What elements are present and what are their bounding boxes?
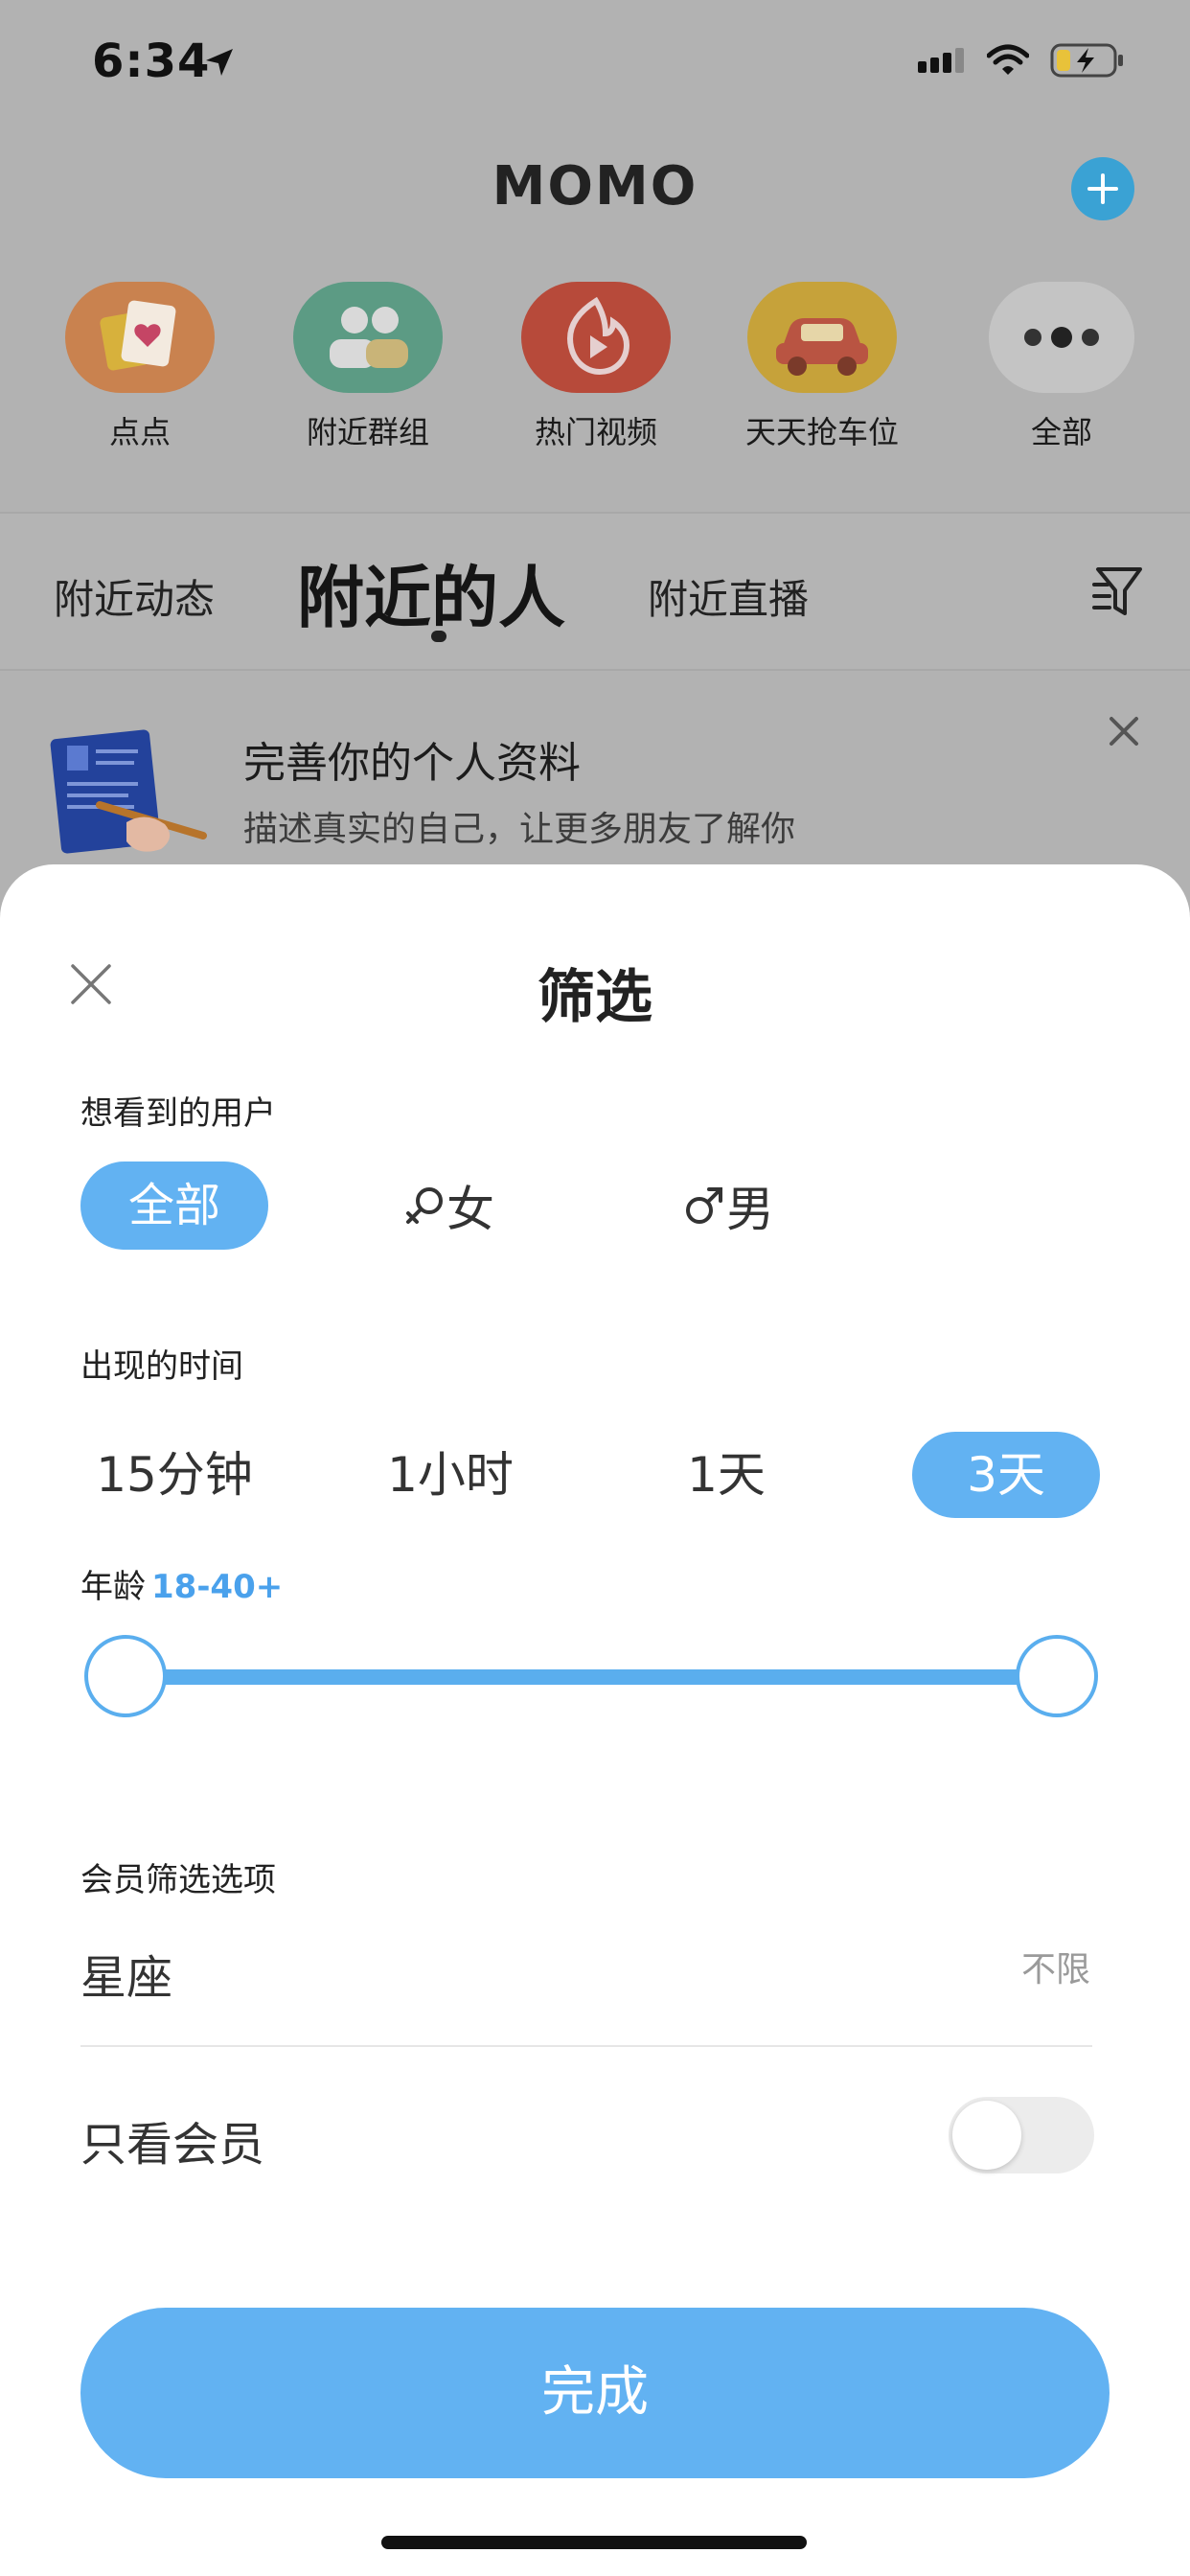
age-label: 年龄 18-40+ — [80, 1560, 283, 1607]
app-hot-videos[interactable] — [521, 282, 671, 393]
close-icon[interactable] — [1106, 713, 1142, 749]
app-label-diandian: 点点 — [108, 414, 171, 450]
promo-title: 完善你的个人资料 — [243, 739, 581, 788]
section-title-time: 出现的时间 — [80, 1347, 243, 1386]
vip-only-toggle-knob[interactable] — [952, 2101, 1021, 2170]
gender-label-female: 女 — [446, 1182, 494, 1237]
plus-icon — [1087, 173, 1118, 204]
add-button[interactable] — [1071, 157, 1134, 220]
car-icon — [776, 318, 868, 376]
age-slider-max-handle[interactable] — [1016, 1635, 1098, 1717]
promo-subtitle: 描述真实的自己，让更多朋友了解你 — [243, 810, 796, 849]
more-dots-icon — [1024, 327, 1099, 348]
male-symbol-icon — [686, 1187, 722, 1224]
app-logo: MOMO — [492, 155, 698, 218]
section-title-member: 会员筛选选项 — [80, 1861, 276, 1899]
age-title: 年龄 — [80, 1568, 146, 1606]
gender-option-male[interactable]: 男 — [682, 1175, 788, 1237]
done-button[interactable]: 完成 — [80, 2308, 1110, 2478]
female-symbol-icon — [406, 1187, 443, 1224]
vip-only-label: 只看会员 — [80, 2118, 265, 2172]
zodiac-value[interactable]: 不限 — [1021, 1942, 1090, 1991]
section-title-users: 想看到的用户 — [80, 1094, 276, 1133]
age-slider-min-handle[interactable] — [84, 1635, 167, 1717]
cellular-signal-icon — [918, 48, 964, 73]
time-option-1hour[interactable]: 1小时 — [356, 1432, 544, 1518]
divider — [80, 2045, 1092, 2047]
status-time: 6:34 — [92, 34, 211, 88]
age-range-value: 18-40+ — [151, 1568, 284, 1606]
flame-play-icon — [567, 296, 630, 376]
app-nearby-groups[interactable] — [293, 282, 443, 393]
time-option-15min[interactable]: 15分钟 — [80, 1432, 268, 1518]
zodiac-label[interactable]: 星座 — [80, 1940, 172, 2007]
gender-label-male: 男 — [726, 1182, 774, 1237]
gender-option-all[interactable]: 全部 — [80, 1162, 268, 1250]
group-people-icon — [330, 307, 408, 368]
app-diandian[interactable] — [65, 282, 215, 393]
app-all[interactable] — [989, 282, 1134, 393]
app-label-hot-videos: 热门视频 — [534, 414, 657, 450]
time-option-3days[interactable]: 3天 — [912, 1432, 1100, 1518]
tab-nearby-people[interactable]: 附近的人 — [297, 544, 565, 641]
tab-nearby-moments[interactable]: 附近动态 — [54, 567, 215, 626]
age-slider-track[interactable] — [128, 1669, 1058, 1685]
app-label-nearby-groups: 附近群组 — [306, 414, 429, 450]
app-label-all: 全部 — [1030, 414, 1092, 450]
profile-form-illustration — [50, 729, 207, 854]
home-indicator[interactable] — [381, 2536, 807, 2549]
active-tab-indicator — [431, 631, 446, 642]
time-option-1day[interactable]: 1天 — [632, 1432, 820, 1518]
cards-heart-icon — [100, 300, 176, 371]
sheet-title: 筛选 — [538, 964, 652, 1031]
app-label-parking-game: 天天抢车位 — [744, 414, 899, 450]
battery-charging-icon — [1050, 43, 1123, 78]
gender-option-female[interactable]: 女 — [402, 1175, 508, 1237]
app-parking-game[interactable] — [747, 282, 897, 393]
location-arrow-icon — [206, 49, 233, 76]
tab-nearby-live[interactable]: 附近直播 — [648, 567, 809, 626]
wifi-icon — [987, 44, 1029, 75]
filter-icon[interactable] — [1092, 564, 1146, 621]
